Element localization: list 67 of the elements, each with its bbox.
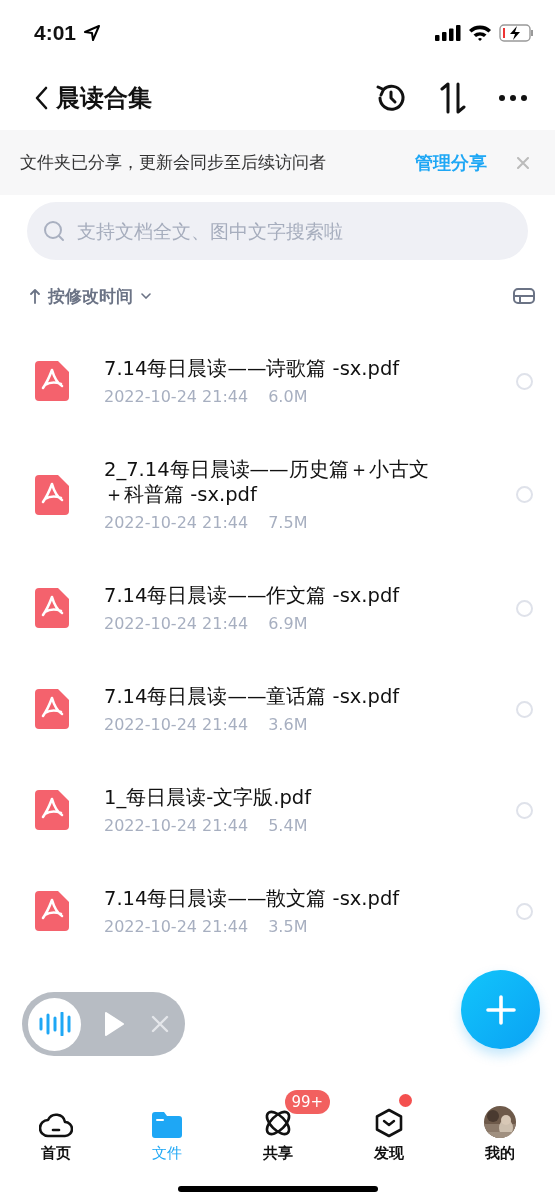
file-item[interactable]: 7.14每日晨读——散文篇 -sx.pdf 2022-10-24 21:44 3.5M (0, 862, 555, 963)
back-icon[interactable] (34, 85, 48, 110)
folder-title: 晨读合集 (56, 82, 152, 114)
file-date: 2022-10-24 21:44 (104, 816, 249, 835)
file-item[interactable]: 7.14每日晨读——作文篇 -sx.pdf 2022-10-24 21:44 6.9M (0, 559, 555, 660)
select-radio[interactable] (516, 372, 533, 390)
pdf-file-icon (35, 689, 69, 729)
voice-button[interactable] (28, 997, 81, 1051)
select-radio[interactable] (516, 700, 533, 718)
cloud-icon (38, 1110, 73, 1138)
search-icon (43, 220, 65, 242)
wifi-icon (468, 24, 492, 41)
file-name: 2_7.14每日晨读——历史篇＋小古文＋科普篇 -sx.pdf (104, 457, 430, 507)
select-radio[interactable] (516, 902, 533, 920)
file-date: 2022-10-24 21:44 (104, 614, 249, 633)
file-size: 3.5M (268, 917, 308, 936)
signal-icon (435, 24, 461, 41)
search-bar[interactable]: 支持文档全文、图中文字搜索啦 (27, 202, 528, 260)
file-item[interactable]: 1_每日晨读-文字版.pdf 2022-10-24 21:44 5.4M (0, 761, 555, 862)
tab-item[interactable]: 我的 (444, 1088, 555, 1172)
sort-dropdown[interactable]: 按修改时间 (30, 284, 151, 308)
tab-item[interactable]: 首页 (0, 1088, 111, 1172)
tab-item[interactable]: 发现 (333, 1088, 444, 1172)
notification-badge: 99+ (284, 1090, 331, 1114)
up-arrow-icon (30, 288, 40, 304)
file-date: 2022-10-24 21:44 (104, 715, 249, 734)
folder-icon (151, 1112, 182, 1138)
file-item[interactable]: 2_7.14每日晨读——历史篇＋小古文＋科普篇 -sx.pdf 2022-10-24 21:44 7.5M (0, 433, 555, 559)
pdf-file-icon (35, 790, 69, 830)
waveform-icon (38, 1012, 71, 1036)
file-size: 7.5M (268, 513, 308, 532)
close-icon[interactable] (517, 156, 529, 169)
file-name: 7.14每日晨读——散文篇 -sx.pdf (104, 886, 401, 911)
file-size: 6.0M (268, 387, 308, 406)
select-radio[interactable] (516, 486, 533, 503)
battery-charging-icon (499, 23, 535, 42)
status-time: 4:01 (34, 20, 77, 45)
more-icon[interactable] (498, 93, 528, 102)
file-name: 7.14每日晨读——作文篇 -sx.pdf (104, 583, 401, 608)
file-date: 2022-10-24 21:44 (104, 513, 249, 532)
file-name: 7.14每日晨读——诗歌篇 -sx.pdf (104, 356, 401, 381)
file-size: 5.4M (268, 816, 308, 835)
sort-arrows-icon[interactable] (438, 81, 468, 114)
file-date: 2022-10-24 21:44 (104, 387, 249, 406)
file-size: 6.9M (268, 614, 308, 633)
view-toggle-icon[interactable] (513, 288, 535, 304)
pdf-file-icon (35, 361, 69, 401)
file-item[interactable]: 7.14每日晨读——诗歌篇 -sx.pdf 2022-10-24 21:44 6.0M (0, 332, 555, 433)
share-notice: 文件夹已分享，更新会同步至后续访问者 (20, 151, 327, 174)
plus-icon (485, 994, 516, 1025)
pdf-file-icon (35, 891, 69, 931)
file-date: 2022-10-24 21:44 (104, 917, 249, 936)
select-radio[interactable] (516, 801, 533, 819)
caret-icon (141, 293, 151, 299)
file-size: 3.6M (268, 715, 308, 734)
play-icon[interactable] (103, 1011, 125, 1037)
file-name: 7.14每日晨读——童话篇 -sx.pdf (104, 684, 401, 709)
tab-item[interactable]: 99+ 共享 (222, 1088, 333, 1172)
pdf-file-icon (35, 588, 69, 628)
pdf-file-icon (35, 474, 69, 515)
select-radio[interactable] (516, 599, 533, 617)
hexagon-clock-icon (374, 1108, 403, 1138)
add-button[interactable] (461, 970, 540, 1049)
file-item[interactable]: 7.14每日晨读——童话篇 -sx.pdf 2022-10-24 21:44 3.6M (0, 660, 555, 761)
search-field[interactable]: 支持文档全文、图中文字搜索啦 (75, 219, 512, 243)
location-arrow-icon (83, 23, 102, 42)
file-name: 1_每日晨读-文字版.pdf (104, 785, 313, 810)
